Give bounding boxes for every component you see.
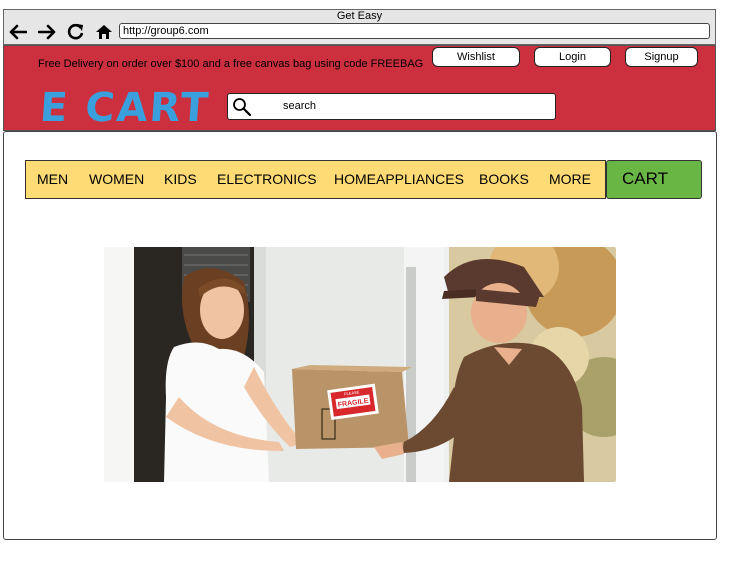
back-arrow-icon[interactable] xyxy=(8,23,28,41)
menu-item-electronics[interactable]: ELECTRONICS xyxy=(217,171,317,187)
site-header: Free Delivery on order over $100 and a f… xyxy=(3,45,716,131)
hero-delivery-image: PLEASE FRAGILE xyxy=(104,247,616,482)
search-placeholder: search xyxy=(283,100,317,112)
package-box: PLEASE FRAGILE xyxy=(292,365,412,449)
menu-item-kids[interactable]: KIDS xyxy=(164,171,197,187)
category-menu: MEN WOMEN KIDS ELECTRONICS HOMEAPPLIANCE… xyxy=(25,160,606,199)
menu-item-men[interactable]: MEN xyxy=(37,171,68,187)
search-icon[interactable] xyxy=(232,97,252,122)
url-bar[interactable]: http://group6.com xyxy=(119,23,710,39)
site-logo[interactable]: E CART xyxy=(38,85,211,131)
browser-window-bar: Get Easy http://group6.com xyxy=(3,9,716,45)
forward-arrow-icon[interactable] xyxy=(37,23,57,41)
wishlist-button[interactable]: Wishlist xyxy=(432,47,520,67)
login-button[interactable]: Login xyxy=(534,47,611,67)
menu-item-women[interactable]: WOMEN xyxy=(89,171,144,187)
browser-title: Get Easy xyxy=(336,10,383,22)
cart-button[interactable]: CART xyxy=(606,160,702,199)
cart-label: CART xyxy=(622,169,668,188)
search-input[interactable]: search xyxy=(227,93,556,120)
reload-icon[interactable] xyxy=(66,23,86,41)
home-icon[interactable] xyxy=(94,23,114,41)
menu-item-more[interactable]: MORE xyxy=(549,171,591,187)
menu-item-homeappliances[interactable]: HOMEAPPLIANCES xyxy=(334,171,464,187)
menu-item-books[interactable]: BOOKS xyxy=(479,171,529,187)
signup-button[interactable]: Signup xyxy=(625,47,698,67)
promo-banner-text: Free Delivery on order over $100 and a f… xyxy=(38,58,424,70)
